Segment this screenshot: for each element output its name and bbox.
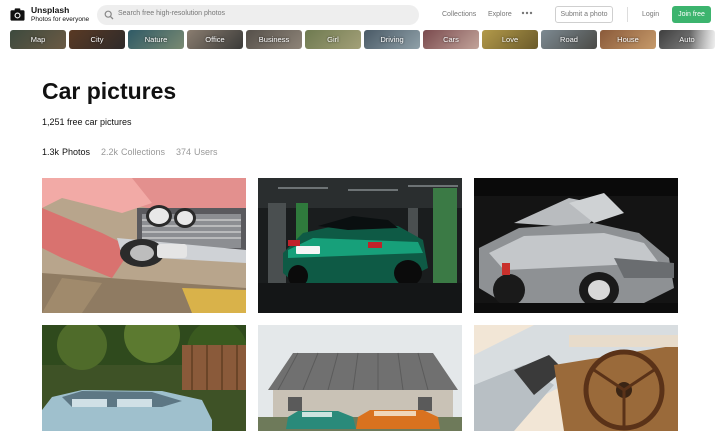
photo-image (474, 178, 678, 313)
topic-label: Business (258, 35, 290, 44)
tab-count: 2.2k (101, 147, 119, 157)
photo-image (474, 325, 678, 431)
topic-label: Road (560, 35, 578, 44)
related-topics-strip: Map City Nature Office Business Girl Dri… (10, 30, 720, 49)
topic-house[interactable]: House (600, 30, 656, 49)
photo-blue-car-under-tree[interactable] (42, 325, 246, 431)
search-input[interactable]: Search free high-resolution photos (118, 10, 225, 17)
search-icon (104, 10, 114, 20)
tab-label: Collections (121, 147, 166, 157)
topic-city[interactable]: City (69, 30, 125, 49)
topic-label: Office (205, 35, 225, 44)
photo-image (42, 325, 246, 431)
more-options-icon[interactable] (521, 9, 533, 17)
topic-business[interactable]: Business (246, 30, 302, 49)
page-title: Car pictures (42, 78, 177, 104)
photo-silver-gullwing-car[interactable] (474, 178, 678, 313)
login-link[interactable]: Login (642, 11, 659, 18)
topic-label: City (90, 35, 104, 44)
topic-cars[interactable]: Cars (423, 30, 479, 49)
search-bar[interactable]: Search free high-resolution photos (97, 5, 419, 25)
camera-logo-icon[interactable] (10, 7, 25, 22)
results-count: 1,251 free car pictures (42, 117, 132, 127)
topic-girl[interactable]: Girl (305, 30, 361, 49)
topic-road[interactable]: Road (541, 30, 597, 49)
tab-label: Users (194, 147, 218, 157)
photo-green-sports-car[interactable] (258, 178, 462, 313)
topic-label: Map (30, 35, 46, 44)
topic-office[interactable]: Office (187, 30, 243, 49)
topic-label: Love (501, 35, 519, 44)
nav-collections-link[interactable]: Collections (442, 11, 476, 18)
topic-map[interactable]: Map (10, 30, 66, 49)
topic-label: Girl (327, 35, 339, 44)
brand-tagline: Photos for everyone (31, 16, 90, 23)
header-divider (627, 7, 628, 22)
tab-collections[interactable]: 2.2k Collections (101, 147, 165, 157)
topic-label: Driving (380, 35, 404, 44)
topic-label: House (617, 35, 639, 44)
topic-nature[interactable]: Nature (128, 30, 184, 49)
submit-photo-button[interactable]: Submit a photo (555, 6, 613, 23)
tab-photos[interactable]: 1.3k Photos (42, 147, 90, 157)
top-navbar: Unsplash Photos for everyone Search free… (0, 0, 720, 30)
photo-house-with-cars[interactable] (258, 325, 462, 431)
join-free-button[interactable]: Join free (672, 6, 711, 23)
topic-label: Cars (443, 35, 459, 44)
brand-name: Unsplash (31, 5, 70, 15)
tab-label: Photos (62, 147, 91, 157)
tab-count: 1.3k (42, 147, 60, 157)
brand[interactable]: Unsplash Photos for everyone (31, 6, 89, 24)
tab-count: 374 (176, 147, 192, 157)
topic-label: Nature (144, 35, 168, 44)
nav-explore-link[interactable]: Explore (488, 11, 512, 18)
tab-users[interactable]: 374 Users (176, 147, 218, 157)
photo-image (258, 178, 462, 313)
photo-car-interior[interactable] (474, 325, 678, 431)
topic-driving[interactable]: Driving (364, 30, 420, 49)
photo-pink-classic-car[interactable] (42, 178, 246, 313)
photo-image (258, 325, 462, 431)
photo-image (42, 178, 246, 313)
topics-fade-overlay (690, 30, 720, 49)
topic-love[interactable]: Love (482, 30, 538, 49)
